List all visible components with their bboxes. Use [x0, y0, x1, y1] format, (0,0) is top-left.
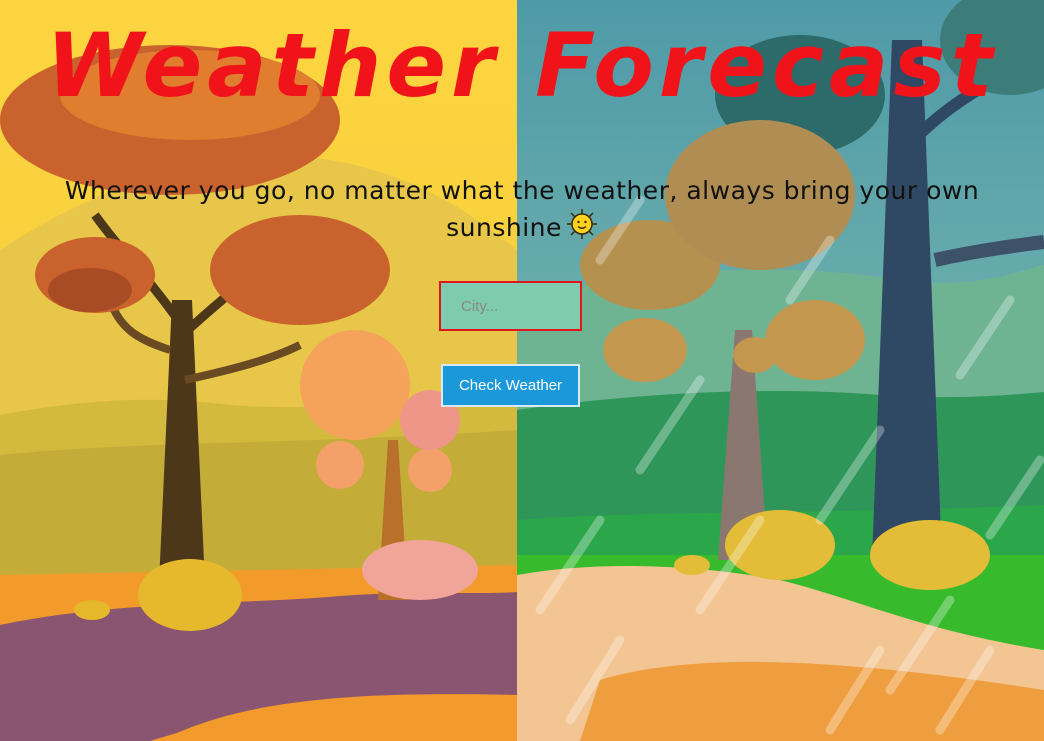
sun-icon	[566, 208, 598, 249]
city-input[interactable]	[439, 281, 582, 331]
tagline-text: Wherever you go, no matter what the weat…	[64, 176, 980, 242]
tagline: Wherever you go, no matter what the weat…	[60, 174, 984, 249]
weather-app: Weather Forecast Wherever you go, no mat…	[0, 0, 1044, 741]
check-weather-button[interactable]: Check Weather	[441, 364, 580, 407]
page-title: Weather Forecast	[46, 14, 998, 117]
